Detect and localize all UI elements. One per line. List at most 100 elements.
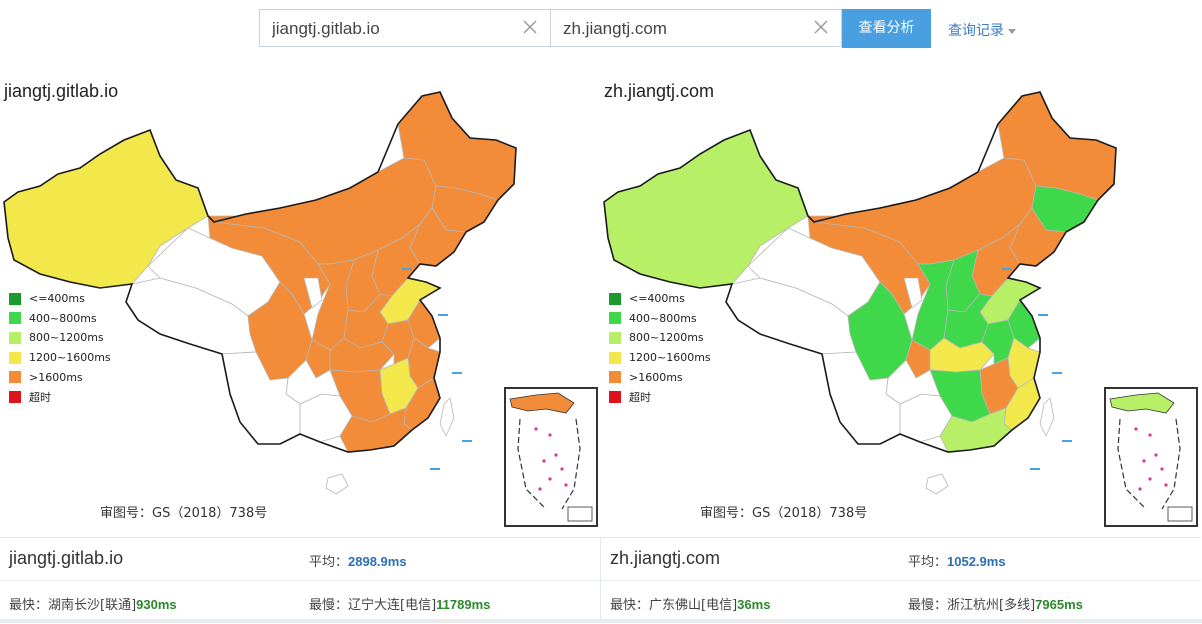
chevron-down-icon — [1008, 28, 1016, 34]
sea-label-mark — [1002, 268, 1012, 270]
legend-item: 超时 — [609, 387, 711, 407]
south-china-sea-inset — [504, 387, 598, 527]
sea-label-mark — [1052, 372, 1062, 374]
legend-item: >1600ms — [609, 367, 711, 387]
legend-item: >1600ms — [9, 367, 111, 387]
legend-label: >1600ms — [29, 370, 83, 384]
slowest-location: 辽宁大连[电信] — [348, 598, 437, 613]
legend-item: 400~800ms — [609, 309, 711, 329]
inset-boundary — [1117, 418, 1181, 510]
inset-coast — [1109, 392, 1175, 414]
sea-label-mark — [452, 372, 462, 374]
inset-island — [534, 427, 538, 431]
legend-label: 400~800ms — [29, 311, 97, 325]
legend-label: 800~1200ms — [29, 331, 104, 345]
legend-swatch — [9, 390, 21, 403]
fastest-stat: 最快：广东佛山[电信]36ms — [610, 594, 770, 613]
inset-map — [509, 392, 593, 522]
average-value: 1052.9ms — [947, 554, 1006, 569]
bottom-rule — [0, 619, 1202, 623]
history-label: 查询记录 — [948, 23, 1004, 39]
inset-island — [1134, 427, 1138, 431]
legend-label: <=400ms — [29, 292, 85, 306]
inset-map — [1109, 392, 1193, 522]
stats-row-summary: jiangtj.gitlab.io 平均：2898.9ms — [0, 538, 600, 579]
legend-label: 超时 — [629, 390, 651, 404]
legend-item: 1200~1600ms — [9, 348, 111, 368]
map-approval-number: 审图号：GS（2018）738号 — [100, 506, 268, 521]
inset-island — [542, 459, 546, 463]
clear-icon[interactable] — [522, 19, 538, 35]
stats-row-summary: zh.jiangtj.com 平均：1052.9ms — [601, 538, 1201, 579]
legend-swatch — [609, 312, 621, 325]
site-name: jiangtj.gitlab.io — [9, 548, 124, 568]
sea-label-mark — [1030, 468, 1040, 470]
inset-island — [560, 467, 564, 471]
legend-label: 400~800ms — [629, 311, 697, 325]
legend-item: 超时 — [9, 387, 111, 407]
stats-row-extremes: 最快：广东佛山[电信]36ms 最慢：浙江杭州[多线]7965ms — [601, 580, 1201, 622]
legend-swatch — [609, 292, 621, 305]
inset-island — [564, 483, 568, 487]
clear-icon[interactable] — [813, 19, 829, 35]
legend-swatch — [9, 312, 21, 325]
legend-item: 400~800ms — [9, 309, 111, 329]
province-taiwan[interactable] — [439, 397, 455, 437]
slowest-stat: 最慢：辽宁大连[电信]11789ms — [309, 594, 490, 613]
sea-label-mark — [462, 440, 472, 442]
average-value: 2898.9ms — [348, 554, 407, 569]
legend-swatch — [9, 331, 21, 344]
site-a-field[interactable] — [259, 9, 551, 47]
stats-panel-b: zh.jiangtj.com 平均：1052.9ms 最快：广东佛山[电信]36… — [601, 537, 1201, 624]
inset-island — [548, 433, 552, 437]
legend-label: >1600ms — [629, 370, 683, 384]
stats-panel-a: jiangtj.gitlab.io 平均：2898.9ms 最快：湖南长沙[联通… — [0, 537, 600, 624]
legend: <=400ms 400~800ms 800~1200ms 1200~1600ms >16… — [609, 289, 711, 407]
slowest-label: 最慢： — [908, 598, 948, 613]
slowest-stat: 最慢：浙江杭州[多线]7965ms — [908, 594, 1083, 613]
average-label: 平均： — [908, 555, 948, 570]
site-a-input[interactable] — [270, 18, 514, 40]
inset-coast — [509, 392, 575, 414]
slowest-label: 最慢： — [309, 598, 349, 613]
legend-swatch — [9, 351, 21, 364]
fastest-location: 广东佛山[电信] — [649, 598, 738, 613]
legend-label: 800~1200ms — [629, 331, 704, 345]
legend-label: 1200~1600ms — [29, 351, 111, 365]
inset-island — [1148, 477, 1152, 481]
legend-swatch — [9, 292, 21, 305]
fastest-value: 36ms — [737, 597, 771, 612]
legend-swatch — [609, 331, 621, 344]
legend-label: 超时 — [29, 390, 51, 404]
fastest-value: 930ms — [136, 597, 177, 612]
legend-item: <=400ms — [609, 289, 711, 309]
history-dropdown[interactable]: 查询记录 — [948, 20, 1016, 40]
average-label: 平均： — [309, 555, 349, 570]
sea-label-mark — [438, 314, 448, 316]
inset-island — [1164, 483, 1168, 487]
analyze-button[interactable]: 查看分析 — [842, 9, 931, 48]
province-taiwan[interactable] — [1039, 397, 1055, 437]
slowest-value: 11789ms — [436, 597, 491, 612]
province-hainan[interactable] — [325, 473, 349, 495]
inset-island — [1148, 433, 1152, 437]
legend-label: 1200~1600ms — [629, 351, 711, 365]
inset-island — [538, 487, 542, 491]
legend-swatch — [609, 351, 621, 364]
inset-boundary — [517, 418, 581, 510]
province-hainan[interactable] — [925, 473, 949, 495]
inset-island — [554, 453, 558, 457]
slowest-value: 7965ms — [1035, 597, 1083, 612]
legend-swatch — [609, 371, 621, 384]
inset-island — [548, 477, 552, 481]
inset-island — [1138, 487, 1142, 491]
top-bar: 查看分析 查询记录 — [0, 0, 1202, 58]
fastest-label: 最快： — [610, 598, 650, 613]
site-b-field[interactable] — [550, 9, 842, 47]
map-panel-a: jiangtj.gitlab.io <=400ms 400~800ms 800~12… — [0, 60, 600, 536]
fastest-location: 湖南长沙[联通] — [48, 598, 137, 613]
legend-item: <=400ms — [9, 289, 111, 309]
map-panel-b: zh.jiangtj.com <=400ms 400~800ms 800~1200m… — [600, 60, 1200, 536]
site-b-input[interactable] — [561, 18, 805, 40]
legend: <=400ms 400~800ms 800~1200ms 1200~1600ms >16… — [9, 289, 111, 407]
